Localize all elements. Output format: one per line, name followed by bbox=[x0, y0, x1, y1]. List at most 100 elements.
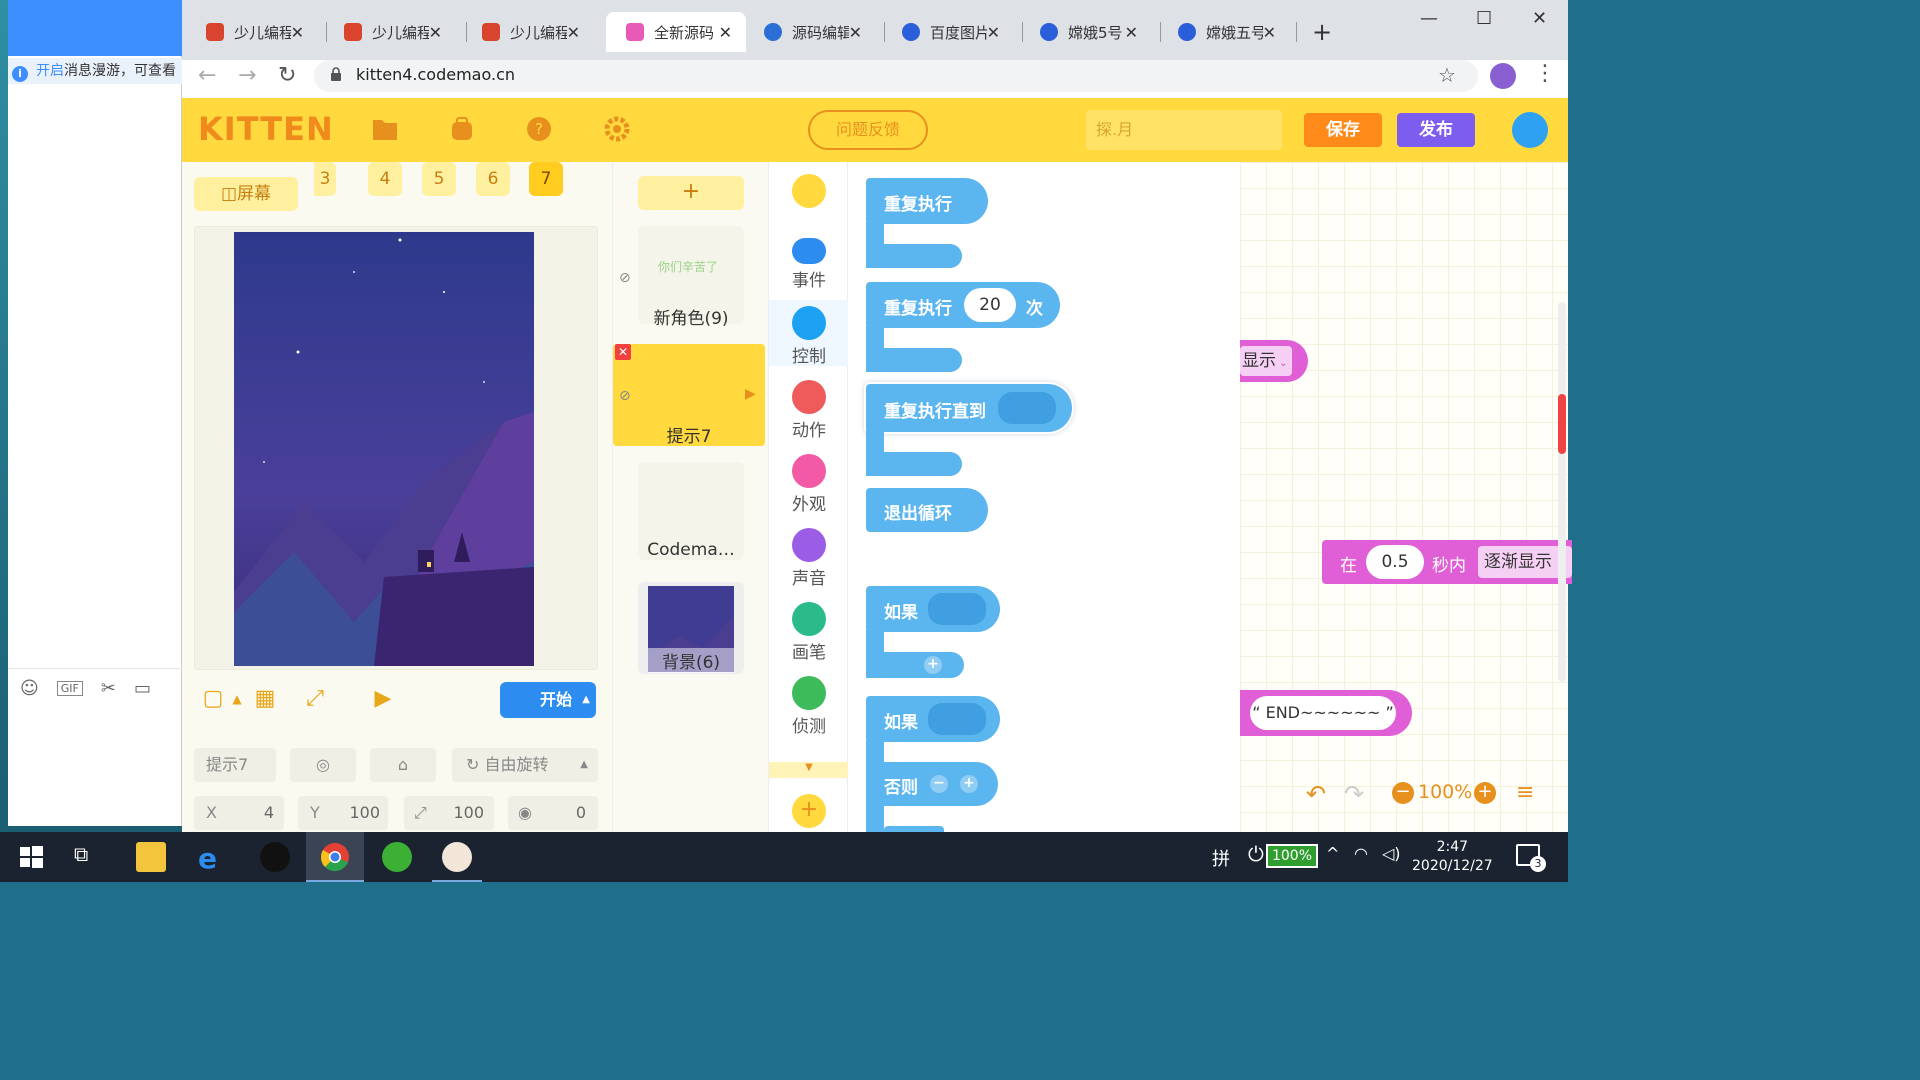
category-sensing[interactable]: 侦测 bbox=[769, 676, 849, 742]
kitten-app-icon[interactable] bbox=[442, 842, 472, 872]
save-button[interactable]: 保存 bbox=[1304, 113, 1382, 147]
sprite-name-field[interactable]: 提示7 bbox=[194, 748, 276, 782]
qq-icon[interactable] bbox=[260, 842, 290, 872]
tab-4[interactable]: 全新源码 ✕ bbox=[606, 12, 746, 52]
file-explorer-icon[interactable] bbox=[136, 842, 166, 872]
tray-expand-icon[interactable]: ^ bbox=[1326, 844, 1339, 863]
grid-icon[interactable]: ▦ bbox=[252, 686, 278, 712]
add-extension-button[interactable]: + bbox=[792, 794, 826, 828]
condition-slot[interactable] bbox=[998, 392, 1056, 424]
category-search[interactable] bbox=[769, 174, 849, 240]
sprite-item[interactable]: 你们辛苦了 新角色(9) bbox=[638, 226, 744, 329]
reload-icon[interactable]: ↻ bbox=[278, 63, 296, 88]
minimize-button[interactable]: — bbox=[1420, 8, 1438, 29]
sprite-item-selected[interactable]: ✕ ⊘ ▶ 提示7 bbox=[613, 344, 765, 447]
scroll-down-icon[interactable]: ▼ bbox=[769, 762, 849, 778]
block-repeat-until[interactable]: 重复执行直到 bbox=[866, 384, 1072, 432]
settings-gear-icon[interactable] bbox=[604, 116, 632, 142]
background-item[interactable]: 背景(6) bbox=[638, 582, 744, 674]
text-input[interactable]: “ END~~~~~~ ” bbox=[1250, 696, 1396, 730]
y-field[interactable]: Y 100 bbox=[298, 796, 388, 830]
condition-slot[interactable] bbox=[928, 593, 986, 625]
browser-menu-icon[interactable]: ⋮ bbox=[1534, 61, 1556, 86]
close-icon[interactable]: ✕ bbox=[849, 23, 862, 42]
close-icon[interactable]: ✕ bbox=[1125, 23, 1138, 42]
category-events[interactable]: 事件 bbox=[769, 234, 849, 300]
redo-icon[interactable]: ↷ bbox=[1344, 780, 1364, 808]
workspace-scrollbar[interactable] bbox=[1558, 302, 1566, 682]
close-icon[interactable]: ✕ bbox=[567, 23, 580, 42]
forward-icon[interactable]: → bbox=[238, 63, 256, 88]
block-if[interactable]: 如果 bbox=[866, 586, 1000, 632]
direction-field[interactable]: ◉ 0 bbox=[508, 796, 598, 830]
new-tab-button[interactable]: + bbox=[1312, 18, 1332, 46]
scene-tab-6[interactable]: 6 bbox=[476, 162, 510, 196]
hidden-eye-icon[interactable]: ⊘ bbox=[619, 270, 631, 286]
block-show[interactable]: 显示 ⌄ bbox=[1240, 340, 1308, 382]
maximize-button[interactable]: ☐ bbox=[1476, 8, 1492, 29]
lock-icon[interactable]: ⌂ bbox=[370, 748, 436, 782]
tab-8[interactable]: 嫦娥五号 ✕ bbox=[1158, 12, 1290, 52]
delete-sprite-icon[interactable]: ✕ bbox=[615, 344, 631, 360]
emoji-icon[interactable]: ☺ bbox=[20, 678, 39, 699]
tab-6[interactable]: 百度图片 ✕ bbox=[882, 12, 1014, 52]
wifi-icon[interactable]: ◠ bbox=[1354, 844, 1368, 863]
clock[interactable]: 2:47 2020/12/27 bbox=[1412, 838, 1493, 876]
close-icon[interactable]: ✕ bbox=[987, 23, 1000, 42]
address-bar[interactable]: kitten4.codemao.cn ☆ bbox=[314, 60, 1478, 92]
tab-3[interactable]: 少儿编程 ✕ bbox=[462, 12, 594, 52]
close-icon[interactable]: ✕ bbox=[429, 23, 442, 42]
code-workspace[interactable]: 显示 ⌄ 在 0.5 秒内 逐渐显示 “ END~~~~~~ ” ↶ ↷ − 1… bbox=[1240, 162, 1572, 832]
tab-2[interactable]: 少儿编程 ✕ bbox=[324, 12, 456, 52]
close-icon[interactable]: ✕ bbox=[1263, 23, 1276, 42]
close-window-button[interactable]: ✕ bbox=[1532, 8, 1547, 29]
scene-tab-5[interactable]: 5 bbox=[422, 162, 456, 196]
bookmark-star-icon[interactable]: ☆ bbox=[1438, 63, 1456, 87]
notice-link[interactable]: 开启 bbox=[36, 63, 64, 79]
category-sound[interactable]: 声音 bbox=[769, 528, 849, 594]
scene-tab-3[interactable]: 3 bbox=[314, 162, 336, 196]
feedback-button[interactable]: 问题反馈 bbox=[808, 110, 928, 150]
category-control[interactable]: 控制 bbox=[769, 300, 849, 367]
sprite-item[interactable]: Codema… bbox=[638, 462, 744, 560]
caret-up-icon[interactable]: ▲ bbox=[582, 682, 590, 718]
zoom-out-button[interactable]: − bbox=[1392, 782, 1414, 804]
category-looks[interactable]: 外观 bbox=[769, 454, 849, 520]
block-if-else[interactable]: 如果 bbox=[866, 696, 1000, 742]
undo-icon[interactable]: ↶ bbox=[1306, 780, 1326, 808]
align-blocks-icon[interactable]: ≡ bbox=[1516, 780, 1534, 805]
chrome-icon[interactable] bbox=[320, 842, 350, 872]
close-icon[interactable]: ✕ bbox=[291, 23, 304, 42]
publish-button[interactable]: 发布 bbox=[1397, 113, 1475, 147]
scene-tab-7[interactable]: 7 bbox=[529, 162, 563, 196]
ime-mode-indicator[interactable]: 拼 bbox=[1212, 845, 1230, 871]
stage-size-icon[interactable]: ▢ bbox=[200, 686, 226, 712]
block-repeat-n[interactable]: 重复执行 20 次 bbox=[866, 282, 1060, 328]
category-pen[interactable]: 画笔 bbox=[769, 602, 849, 668]
help-icon[interactable]: ? bbox=[526, 116, 554, 142]
user-avatar-bird-icon[interactable] bbox=[1512, 112, 1548, 148]
play-video-icon[interactable]: ▶ bbox=[370, 686, 396, 712]
size-field[interactable]: ⤢ 100 bbox=[404, 796, 494, 830]
volume-icon[interactable]: ◁) bbox=[1382, 844, 1401, 863]
block-say[interactable]: “ END~~~~~~ ” bbox=[1240, 690, 1412, 736]
caret-up-icon[interactable]: ▲ bbox=[224, 692, 250, 718]
profile-avatar[interactable] bbox=[1490, 63, 1516, 89]
tab-1[interactable]: 少儿编程 ✕ bbox=[186, 12, 318, 52]
file-folder-icon[interactable] bbox=[372, 116, 400, 142]
project-name-input[interactable]: 探.月 bbox=[1086, 110, 1282, 150]
show-dropdown[interactable]: 显示 ⌄ bbox=[1240, 346, 1292, 376]
caret-right-icon[interactable]: ▶ bbox=[745, 386, 756, 402]
backpack-icon[interactable] bbox=[448, 116, 476, 142]
repeat-count-input[interactable]: 20 bbox=[964, 288, 1016, 322]
tab-5[interactable]: 源码编辑 ✕ bbox=[744, 12, 876, 52]
remove-branch-icon[interactable]: − bbox=[930, 775, 948, 793]
tab-7[interactable]: 嫦娥5号 ✕ bbox=[1020, 12, 1152, 52]
visibility-icon[interactable]: ◎ bbox=[290, 748, 356, 782]
hidden-eye-icon[interactable]: ⊘ bbox=[619, 388, 631, 404]
x-field[interactable]: X4 bbox=[194, 796, 284, 830]
block-fade-in[interactable]: 在 0.5 秒内 逐渐显示 bbox=[1322, 540, 1572, 584]
add-branch-icon[interactable]: + bbox=[924, 656, 942, 674]
zoom-in-button[interactable]: + bbox=[1474, 782, 1496, 804]
close-icon[interactable]: ✕ bbox=[719, 23, 732, 42]
